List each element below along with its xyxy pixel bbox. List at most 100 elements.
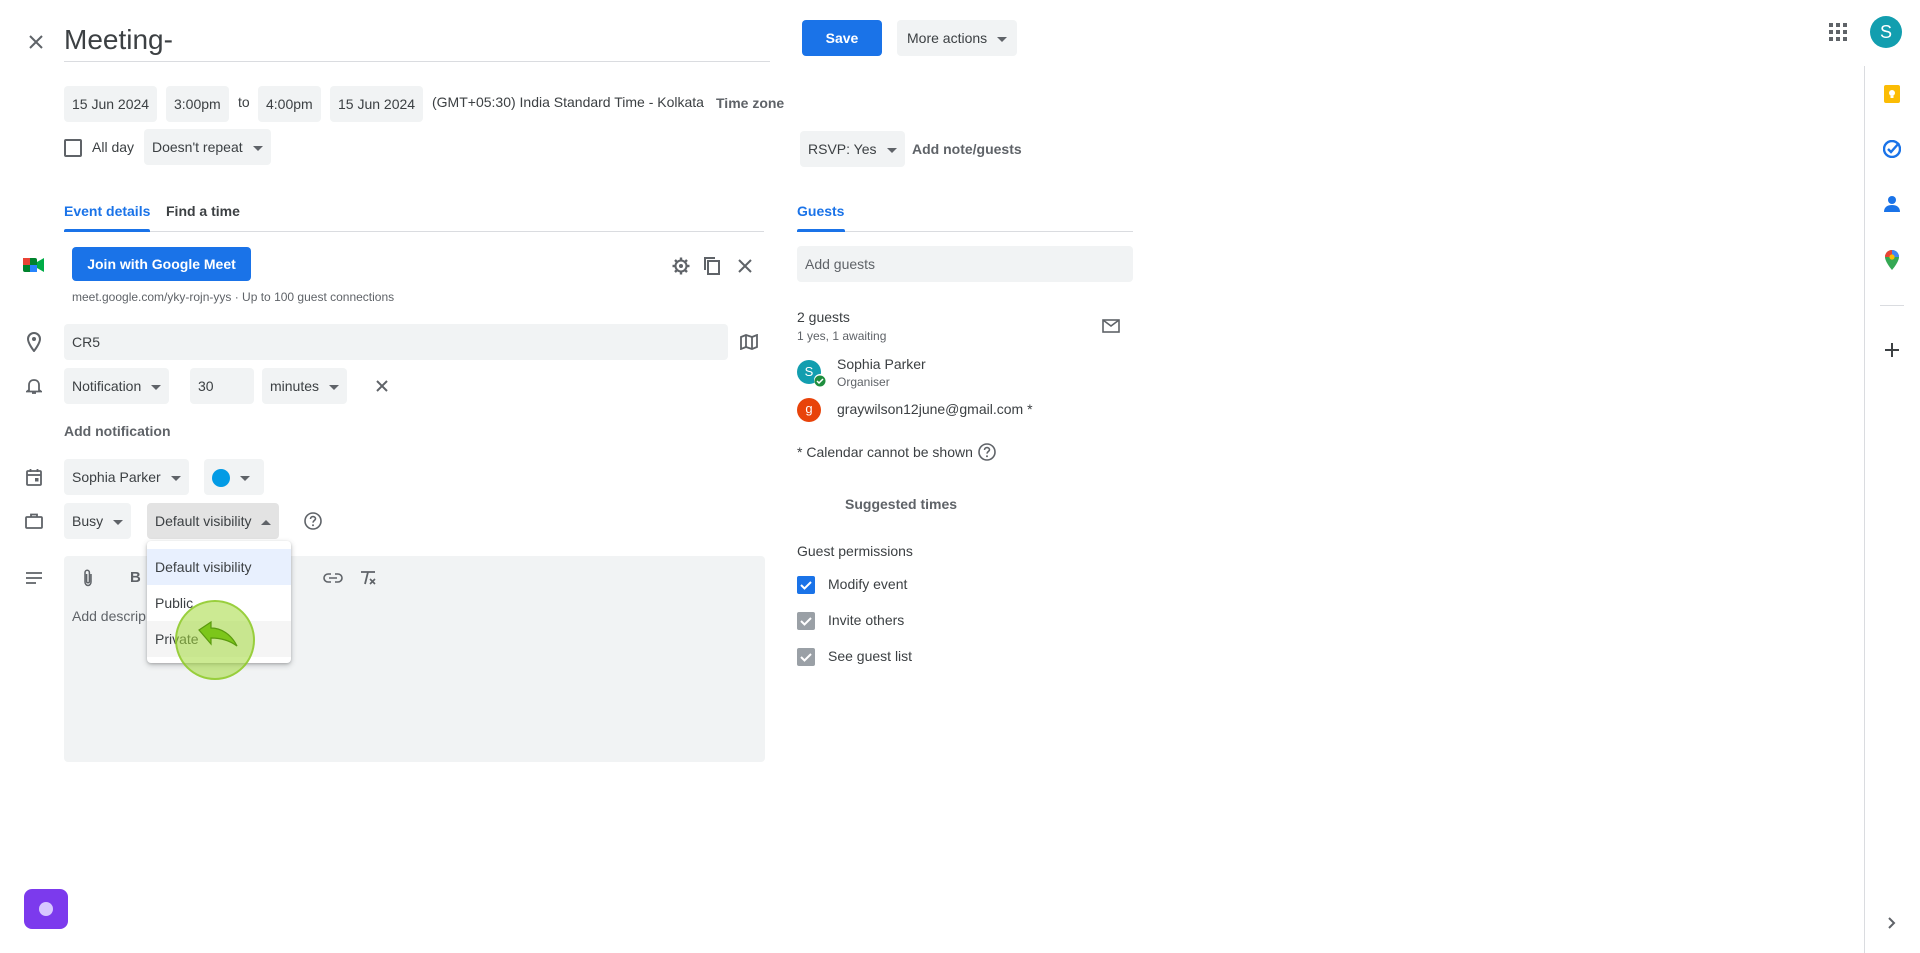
suggested-times-button[interactable]: Suggested times bbox=[845, 496, 957, 512]
calendar-owner-dropdown[interactable]: Sophia Parker bbox=[64, 459, 189, 495]
help-icon[interactable] bbox=[301, 509, 325, 533]
calendar-icon bbox=[22, 465, 46, 489]
guests-tab-underline bbox=[797, 231, 1133, 232]
availability-dropdown[interactable]: Busy bbox=[64, 503, 132, 539]
chevron-right-icon[interactable] bbox=[1882, 913, 1902, 933]
side-panel-divider bbox=[1864, 66, 1865, 953]
title-input[interactable]: Meeting- bbox=[64, 18, 770, 62]
tasks-icon[interactable] bbox=[1880, 137, 1904, 161]
chevron-down-icon bbox=[997, 36, 1008, 42]
chevron-down-icon bbox=[113, 519, 124, 525]
more-actions-button[interactable]: More actions bbox=[897, 20, 1018, 56]
copy-icon[interactable] bbox=[700, 254, 724, 278]
side-panel-separator bbox=[1880, 305, 1904, 306]
notification-unit-dropdown[interactable]: minutes bbox=[262, 368, 348, 404]
chevron-down-icon bbox=[329, 384, 340, 390]
start-date-chip[interactable]: 15 Jun 2024 bbox=[64, 86, 158, 122]
start-time-chip[interactable]: 3:00pm bbox=[166, 86, 229, 122]
tab-guests-indicator bbox=[797, 229, 845, 232]
add-guests-input[interactable]: Add guests bbox=[797, 246, 1133, 282]
bell-icon bbox=[22, 374, 46, 398]
visibility-value: Default visibility bbox=[155, 513, 252, 529]
repeat-value: Doesn't repeat bbox=[152, 139, 243, 155]
settings-gear-icon[interactable] bbox=[669, 254, 693, 278]
keep-icon[interactable] bbox=[1880, 82, 1904, 106]
join-meet-button[interactable]: Join with Google Meet bbox=[72, 247, 251, 281]
all-day-label: All day bbox=[92, 139, 135, 155]
guest-name: Sophia Parker bbox=[837, 356, 926, 372]
notification-type-dropdown[interactable]: Notification bbox=[64, 368, 170, 404]
more-actions-label: More actions bbox=[907, 30, 988, 46]
guest-role: Organiser bbox=[837, 375, 890, 389]
maps-icon[interactable] bbox=[1880, 248, 1904, 272]
chevron-down-icon bbox=[151, 384, 162, 390]
add-note-guests-button[interactable]: Add note/guests bbox=[912, 141, 1022, 157]
clear-formatting-icon[interactable] bbox=[356, 566, 380, 590]
visibility-dropdown[interactable]: Default visibility bbox=[147, 503, 280, 539]
tabs-underline bbox=[64, 231, 764, 232]
timezone-label: (GMT+05:30) India Standard Time - Kolkat… bbox=[432, 94, 704, 110]
link-icon[interactable] bbox=[321, 566, 345, 590]
tab-event-details-indicator bbox=[64, 229, 150, 232]
see-guest-list-label: See guest list bbox=[828, 648, 913, 664]
title-text: Meeting- bbox=[64, 24, 173, 55]
location-input[interactable]: CR5 bbox=[64, 324, 728, 360]
bold-icon[interactable]: B bbox=[130, 569, 141, 586]
calendar-owner-value: Sophia Parker bbox=[72, 469, 161, 485]
accepted-check-icon bbox=[814, 374, 826, 387]
email-guests-icon[interactable] bbox=[1099, 314, 1123, 338]
end-date-chip[interactable]: 15 Jun 2024 bbox=[330, 86, 424, 122]
attachment-icon[interactable] bbox=[76, 566, 100, 590]
location-value: CR5 bbox=[72, 334, 101, 350]
account-avatar[interactable]: S bbox=[1870, 16, 1902, 48]
chevron-down-icon bbox=[252, 145, 263, 151]
close-icon[interactable] bbox=[22, 28, 50, 56]
event-color-dropdown[interactable] bbox=[204, 459, 264, 495]
remove-meet-icon[interactable] bbox=[733, 254, 757, 278]
tab-event-details[interactable]: Event details bbox=[64, 203, 150, 219]
guest-permissions-title: Guest permissions bbox=[797, 543, 913, 559]
add-guests-placeholder: Add guests bbox=[805, 256, 876, 272]
chevron-down-icon bbox=[170, 475, 181, 481]
location-pin-icon bbox=[22, 330, 46, 354]
description-icon bbox=[22, 566, 46, 590]
invite-others-label: Invite others bbox=[828, 612, 905, 628]
assistant-button[interactable] bbox=[24, 889, 68, 929]
chevron-down-icon bbox=[240, 475, 250, 481]
remove-notification-icon[interactable] bbox=[370, 374, 394, 398]
rsvp-value: RSVP: Yes bbox=[808, 141, 877, 157]
help-icon[interactable] bbox=[975, 440, 999, 464]
tab-guests[interactable]: Guests bbox=[797, 203, 844, 219]
notification-amount-input[interactable]: 30 bbox=[190, 368, 254, 404]
apps-grid-icon[interactable] bbox=[1826, 20, 1850, 44]
chevron-down-icon bbox=[886, 147, 897, 153]
visibility-option-default[interactable]: Default visibility bbox=[147, 549, 291, 585]
guest-name: graywilson12june@gmail.com * bbox=[837, 401, 1033, 417]
contacts-icon[interactable] bbox=[1880, 192, 1904, 216]
map-icon[interactable] bbox=[737, 330, 761, 354]
end-time-chip[interactable]: 4:00pm bbox=[258, 86, 321, 122]
to-label: to bbox=[238, 94, 250, 110]
save-button[interactable]: Save bbox=[802, 20, 882, 56]
repeat-dropdown[interactable]: Doesn't repeat bbox=[144, 129, 271, 165]
availability-value: Busy bbox=[72, 513, 104, 529]
tab-find-a-time[interactable]: Find a time bbox=[166, 203, 240, 219]
description-placeholder: Add descrip bbox=[72, 608, 146, 624]
guest-summary: 1 yes, 1 awaiting bbox=[797, 329, 887, 343]
modify-event-checkbox[interactable] bbox=[797, 576, 815, 594]
color-swatch bbox=[212, 469, 230, 488]
calendar-note: * Calendar cannot be shown bbox=[797, 444, 973, 460]
see-guest-list-checkbox[interactable] bbox=[797, 648, 815, 666]
timezone-button[interactable]: Time zone bbox=[716, 95, 784, 111]
pointer-arrow-icon bbox=[197, 620, 241, 656]
invite-others-checkbox[interactable] bbox=[797, 612, 815, 630]
add-addon-icon[interactable] bbox=[1880, 338, 1904, 362]
google-meet-icon bbox=[22, 253, 46, 277]
add-notification-button[interactable]: Add notification bbox=[64, 423, 171, 439]
notification-type-value: Notification bbox=[72, 378, 142, 394]
all-day-checkbox[interactable] bbox=[64, 139, 82, 157]
rsvp-dropdown[interactable]: RSVP: Yes bbox=[800, 131, 905, 167]
briefcase-icon bbox=[22, 509, 46, 533]
assistant-dot-icon bbox=[39, 902, 53, 916]
notification-unit-value: minutes bbox=[270, 378, 320, 394]
